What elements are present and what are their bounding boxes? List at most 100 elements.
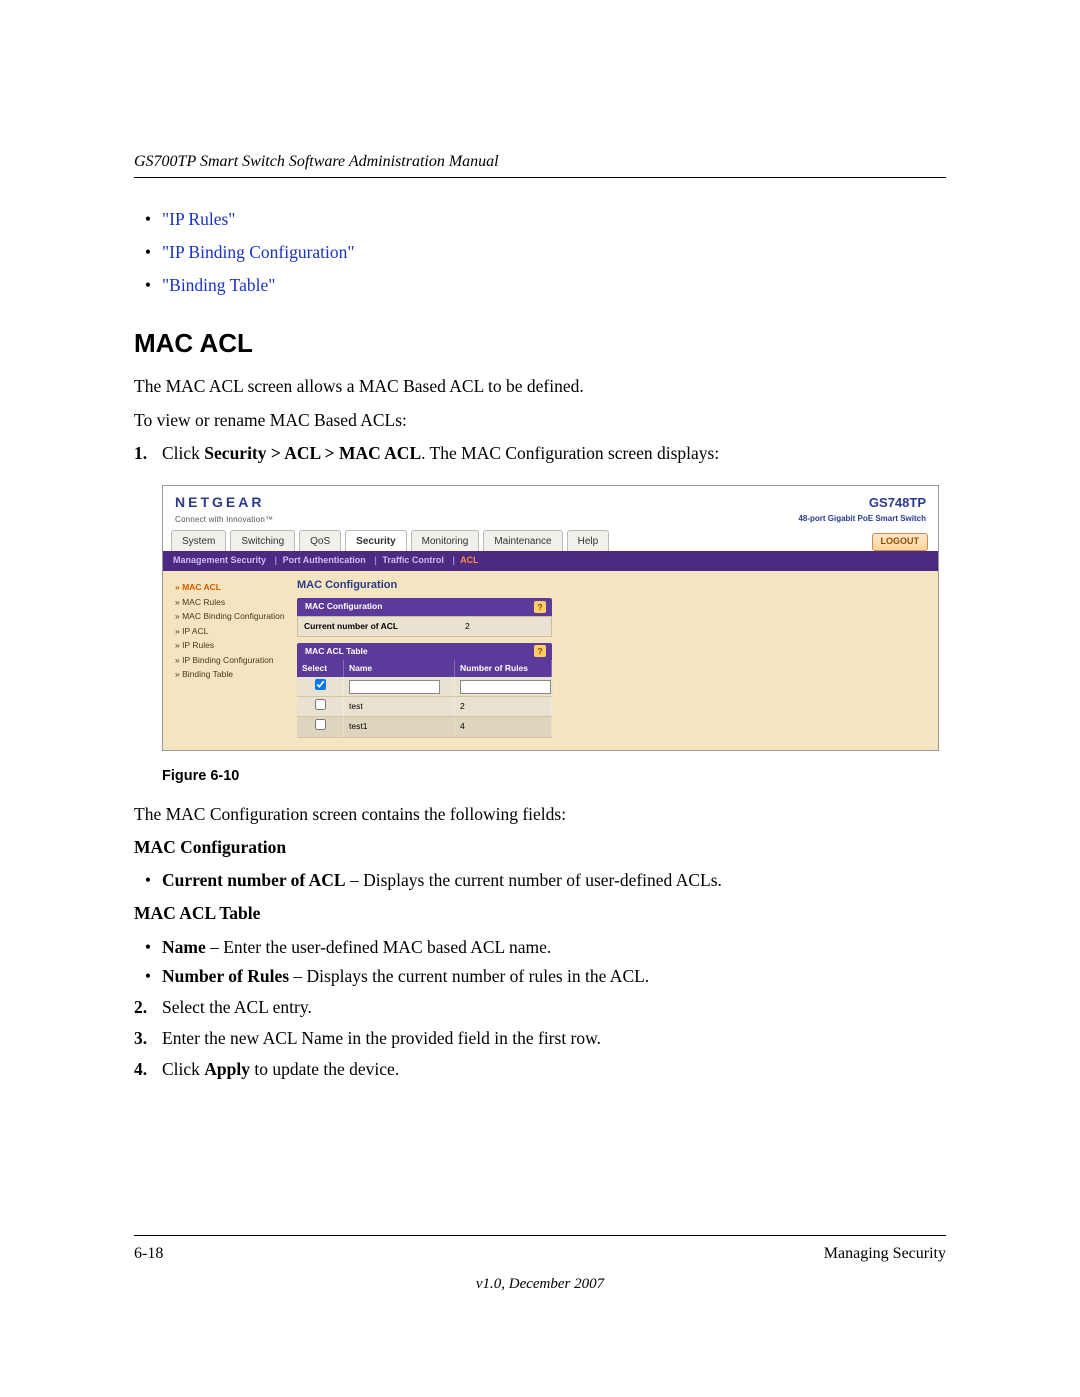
mac-config-panel: MAC Configuration ? Current number of AC… — [297, 598, 552, 636]
app-header: NETGEAR Connect with Innovation™ GS748TP… — [163, 486, 938, 530]
col-name: Name — [344, 660, 455, 677]
model-block: GS748TP 48-port Gigabit PoE Smart Switch — [798, 493, 926, 526]
step-1-prefix: Click — [162, 443, 204, 463]
link-ip-rules[interactable]: "IP Rules" — [162, 209, 235, 229]
mac-acl-table-head: MAC ACL Table — [305, 645, 368, 658]
subnav-bar: Management Security | Port Authenticatio… — [163, 551, 938, 571]
brand-block: NETGEAR Connect with Innovation™ — [175, 492, 273, 526]
current-acl-value: 2 — [465, 620, 545, 633]
figure-wrapper: NETGEAR Connect with Innovation™ GS748TP… — [162, 485, 946, 751]
mac-acl-table-panel: MAC ACL Table ? Select Name Number of Ru… — [297, 643, 552, 738]
col-select: Select — [297, 660, 344, 677]
field-numrules-label: Number of Rules — [162, 966, 289, 986]
footer-rule — [134, 1235, 946, 1236]
step-2: 2. Select the ACL entry. — [134, 994, 946, 1021]
panel-title: MAC Configuration — [297, 577, 932, 594]
link-binding-table[interactable]: "Binding Table" — [162, 275, 275, 295]
help-icon[interactable]: ? — [534, 601, 546, 613]
table-input-row — [297, 677, 552, 697]
row-name: test — [344, 698, 455, 715]
col-rules: Number of Rules — [455, 660, 552, 677]
sidebar: » MAC ACL » MAC Rules » MAC Binding Conf… — [169, 577, 289, 743]
work-area: » MAC ACL » MAC Rules » MAC Binding Conf… — [163, 571, 938, 749]
tab-switching[interactable]: Switching — [230, 530, 295, 552]
table-row: test 2 — [297, 697, 552, 717]
intro-paragraph-1: The MAC ACL screen allows a MAC Based AC… — [134, 373, 946, 400]
fields-intro: The MAC Configuration screen contains th… — [134, 801, 946, 828]
sidebar-item-binding-table[interactable]: » Binding Table — [171, 668, 289, 682]
tab-security[interactable]: Security — [345, 530, 406, 552]
header-rule — [134, 177, 946, 178]
sidebar-item-mac-acl[interactable]: » MAC ACL — [171, 581, 289, 595]
figure-caption: Figure 6-10 — [162, 765, 946, 787]
mac-acl-table-fields: • Name – Enter the user-defined MAC base… — [134, 934, 946, 990]
subnav-traffic-control[interactable]: Traffic Control — [382, 555, 444, 565]
mac-config-head: MAC Configuration — [305, 600, 382, 613]
row-select[interactable] — [315, 699, 326, 710]
row-rules: 4 — [455, 718, 552, 735]
step-1-suffix: . The MAC Configuration screen displays: — [421, 443, 719, 463]
link-ip-binding-config[interactable]: "IP Binding Configuration" — [162, 242, 355, 262]
tabs-row: System Switching QoS Security Monitoring… — [163, 530, 938, 552]
tab-monitoring[interactable]: Monitoring — [411, 530, 480, 552]
table-header: Select Name Number of Rules — [297, 660, 552, 677]
sidebar-item-ip-binding-config[interactable]: » IP Binding Configuration — [171, 654, 289, 668]
step-4-apply: Apply — [204, 1059, 250, 1079]
step-2-text: Select the ACL entry. — [162, 994, 312, 1021]
sidebar-item-ip-rules[interactable]: » IP Rules — [171, 639, 289, 653]
bullet: • — [134, 934, 162, 961]
sidebar-item-ip-acl[interactable]: » IP ACL — [171, 625, 289, 639]
tab-system[interactable]: System — [171, 530, 226, 552]
footer: 6-18 Managing Security v1.0, December 20… — [134, 1235, 946, 1296]
field-name-desc: – Enter the user-defined MAC based ACL n… — [206, 937, 552, 957]
section-title: MAC ACL — [134, 323, 946, 363]
step-3: 3. Enter the new ACL Name in the provide… — [134, 1025, 946, 1052]
intro-paragraph-2: To view or rename MAC Based ACLs: — [134, 407, 946, 434]
running-head: GS700TP Smart Switch Software Administra… — [134, 150, 946, 175]
table-row: test1 4 — [297, 717, 552, 737]
help-icon[interactable]: ? — [534, 645, 546, 657]
field-numrules-desc: – Displays the current number of rules i… — [289, 966, 649, 986]
current-acl-label: Current number of ACL — [304, 620, 465, 633]
bullet: • — [134, 963, 162, 990]
tab-qos[interactable]: QoS — [299, 530, 341, 552]
cross-ref-list: • "IP Rules" • "IP Binding Configuration… — [134, 206, 946, 299]
row-name: test1 — [344, 718, 455, 735]
row-rules: 2 — [455, 698, 552, 715]
model-desc: 48-port Gigabit PoE Smart Switch — [798, 513, 926, 525]
acl-rules-input[interactable] — [460, 680, 551, 694]
field-current-acl-desc: – Displays the current number of user-de… — [346, 870, 722, 890]
tab-help[interactable]: Help — [567, 530, 610, 552]
sidebar-item-mac-binding-config[interactable]: » MAC Binding Configuration — [171, 610, 289, 624]
page-body: GS700TP Smart Switch Software Administra… — [134, 150, 946, 1087]
bullet: • — [134, 272, 162, 299]
step-4-suffix: to update the device. — [250, 1059, 399, 1079]
row-select[interactable] — [315, 719, 326, 730]
step-1-breadcrumb: Security > ACL > MAC ACL — [204, 443, 421, 463]
step-3-text: Enter the new ACL Name in the provided f… — [162, 1025, 601, 1052]
brand-tagline: Connect with Innovation™ — [175, 514, 273, 526]
step-4-prefix: Click — [162, 1059, 204, 1079]
brand-name: NETGEAR — [175, 492, 273, 514]
subnav-management-security[interactable]: Management Security — [173, 555, 266, 565]
app-window: NETGEAR Connect with Innovation™ GS748TP… — [162, 485, 939, 751]
bullet: • — [134, 239, 162, 266]
sidebar-item-mac-rules[interactable]: » MAC Rules — [171, 596, 289, 610]
field-current-acl-label: Current number of ACL — [162, 870, 346, 890]
footer-page: 6-18 — [134, 1242, 163, 1267]
step-1: 1. Click Security > ACL > MAC ACL. The M… — [134, 440, 946, 467]
acl-name-input[interactable] — [349, 680, 440, 694]
footer-chapter: Managing Security — [824, 1242, 946, 1267]
mac-acl-table-subhead: MAC ACL Table — [134, 900, 946, 927]
mac-config-subhead: MAC Configuration — [134, 834, 946, 861]
logout-button[interactable]: LOGOUT — [872, 533, 929, 551]
model-name: GS748TP — [798, 493, 926, 513]
footer-version: v1.0, December 2007 — [134, 1273, 946, 1296]
subnav-acl[interactable]: ACL — [460, 555, 479, 565]
subnav-port-authentication[interactable]: Port Authentication — [283, 555, 366, 565]
mac-config-fields: • Current number of ACL – Displays the c… — [134, 867, 946, 894]
bullet: • — [134, 867, 162, 894]
row-select-new[interactable] — [315, 679, 326, 690]
field-name-label: Name — [162, 937, 206, 957]
tab-maintenance[interactable]: Maintenance — [483, 530, 562, 552]
